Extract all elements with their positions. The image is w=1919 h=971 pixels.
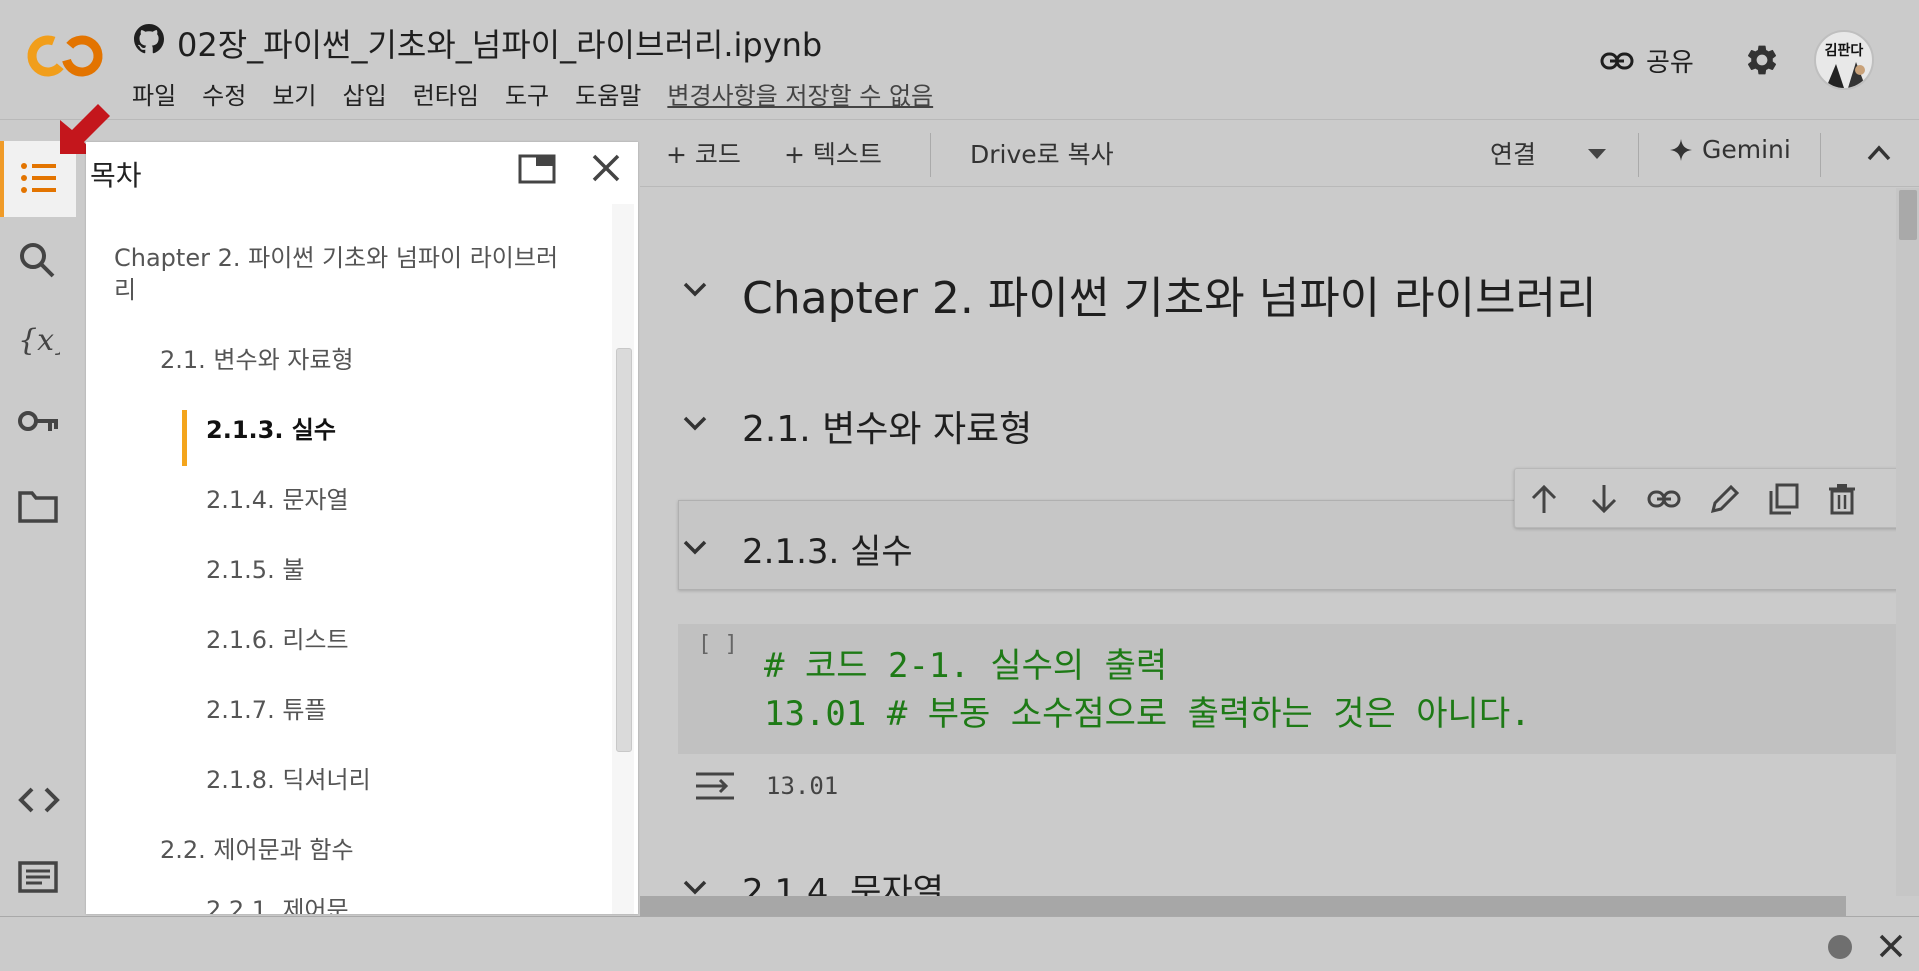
menu-edit[interactable]: 수정 bbox=[202, 76, 246, 111]
output-toggle-icon[interactable] bbox=[694, 768, 738, 804]
menu-tools[interactable]: 도구 bbox=[505, 76, 549, 111]
toc-item-2-1-4[interactable]: 2.1.4. 문자열 bbox=[206, 484, 349, 516]
code-icon bbox=[18, 787, 60, 813]
unsaved-changes-link[interactable]: 변경사항을 저장할 수 없음 bbox=[667, 76, 933, 111]
toolbar-divider bbox=[930, 133, 931, 177]
rail-search-button[interactable] bbox=[0, 221, 76, 297]
chevron-up-icon[interactable] bbox=[1866, 143, 1892, 163]
notebook-content: Chapter 2. 파이썬 기초와 넘파이 라이브러리 2.1. 변수와 자료… bbox=[640, 188, 1919, 896]
gear-icon[interactable] bbox=[1744, 42, 1780, 78]
toc-header: 목차 bbox=[86, 142, 638, 204]
run-cell-bracket[interactable]: [ ] bbox=[698, 632, 738, 657]
panda-illustration bbox=[1826, 62, 1866, 88]
toc-item-2-1-5[interactable]: 2.1.5. 불 bbox=[206, 554, 304, 586]
add-text-button[interactable]: + 텍스트 bbox=[784, 135, 882, 171]
colab-logo[interactable] bbox=[26, 30, 104, 82]
menu-file[interactable]: 파일 bbox=[132, 76, 176, 111]
copy-to-drive-button[interactable]: Drive로 복사 bbox=[970, 135, 1114, 171]
share-button[interactable]: 공유 bbox=[1600, 42, 1694, 79]
variables-icon: {x} bbox=[18, 323, 60, 358]
share-label: 공유 bbox=[1646, 48, 1694, 78]
close-icon[interactable] bbox=[1878, 933, 1904, 959]
rail-code-snippets-button[interactable] bbox=[0, 761, 76, 837]
notebook-title[interactable]: 02장_파이썬_기초와_넘파이_라이브러리.ipynb bbox=[177, 20, 822, 66]
toc-title: 목차 bbox=[90, 159, 142, 192]
gemini-label: Gemini bbox=[1702, 135, 1791, 164]
cell-toolbar bbox=[1514, 468, 1904, 528]
github-icon bbox=[134, 24, 164, 54]
toolbar-divider-3 bbox=[1820, 133, 1821, 177]
toc-item-2-1[interactable]: 2.1. 변수와 자료형 bbox=[160, 344, 354, 376]
heading-2-1-4: 2.1.4. 문자열 bbox=[742, 872, 944, 896]
code-line: # 코드 2-1. 실수의 출력 bbox=[764, 646, 1168, 686]
move-up-icon[interactable] bbox=[1529, 483, 1559, 515]
menu-insert[interactable]: 삽입 bbox=[343, 76, 387, 111]
gemini-button[interactable]: Gemini bbox=[1670, 135, 1791, 164]
terminal-icon bbox=[18, 861, 58, 893]
rail-files-button[interactable] bbox=[0, 465, 76, 541]
rail-variables-button[interactable]: {x} bbox=[0, 301, 76, 377]
sparkle-icon bbox=[1670, 138, 1692, 161]
toolbar-divider-2 bbox=[1638, 133, 1639, 177]
connect-button[interactable]: 연결 bbox=[1490, 135, 1536, 171]
connect-dropdown-icon[interactable] bbox=[1586, 147, 1608, 161]
link-icon[interactable] bbox=[1647, 489, 1681, 509]
toc-item-2-1-7[interactable]: 2.1.7. 튜플 bbox=[206, 694, 326, 726]
top-header: 02장_파이썬_기초와_넘파이_라이브러리.ipynb 파일 수정 보기 삽입 … bbox=[0, 0, 1919, 120]
edit-pencil-icon[interactable] bbox=[1709, 483, 1741, 515]
menu-runtime[interactable]: 런타임 bbox=[413, 76, 479, 111]
toc-item-2-2-1[interactable]: 2.2.1. 제어문 bbox=[206, 894, 349, 914]
notebook-scrollbar-track[interactable] bbox=[1896, 188, 1919, 896]
svg-text:{x}: {x} bbox=[18, 323, 60, 358]
chevron-down-icon[interactable] bbox=[682, 414, 708, 432]
toc-item-2-1-8[interactable]: 2.1.8. 딕셔너리 bbox=[206, 764, 371, 796]
horizontal-scrollbar[interactable] bbox=[640, 896, 1846, 916]
menu-bar: 파일 수정 보기 삽입 런타임 도구 도움말 변경사항을 저장할 수 없음 bbox=[132, 76, 933, 111]
close-icon[interactable] bbox=[590, 152, 622, 184]
code-cell[interactable]: [ ] # 코드 2-1. 실수의 출력 13.01 # 부동 소수점으로 출력… bbox=[678, 624, 1918, 754]
trash-icon[interactable] bbox=[1827, 483, 1857, 515]
notebook-scrollbar-thumb[interactable] bbox=[1899, 190, 1917, 240]
toc-item-2-1-6[interactable]: 2.1.6. 리스트 bbox=[206, 624, 349, 656]
user-avatar[interactable]: 김판다 bbox=[1814, 30, 1874, 90]
toc-panel: 목차 Chapter 2. 파이썬 기초와 넘파이 라이브러리 2.1. 변수와… bbox=[86, 142, 638, 914]
chevron-down-icon[interactable] bbox=[682, 280, 708, 298]
search-icon bbox=[20, 243, 55, 278]
chevron-down-icon[interactable] bbox=[682, 878, 708, 896]
rail-terminal-button[interactable] bbox=[0, 841, 76, 917]
toc-item-2-2[interactable]: 2.2. 제어문과 함수 bbox=[160, 834, 354, 866]
heading-chapter2: Chapter 2. 파이썬 기초와 넘파이 라이브러리 bbox=[742, 273, 1597, 324]
toc-item-chapter2[interactable]: Chapter 2. 파이썬 기초와 넘파이 라이브러리 bbox=[114, 242, 574, 306]
folder-icon bbox=[18, 491, 58, 523]
move-down-icon[interactable] bbox=[1589, 483, 1619, 515]
avatar-label: 김판다 bbox=[1824, 43, 1864, 59]
menu-view[interactable]: 보기 bbox=[272, 76, 316, 111]
toc-list: Chapter 2. 파이썬 기초와 넘파이 라이브러리 2.1. 변수와 자료… bbox=[86, 204, 614, 914]
heading-2-1-3: 2.1.3. 실수 bbox=[742, 532, 913, 572]
toc-item-2-1-3[interactable]: 2.1.3. 실수 bbox=[206, 414, 336, 446]
list-icon bbox=[21, 163, 56, 193]
copy-cell-icon[interactable] bbox=[1767, 483, 1799, 515]
notebook-toolbar: + 코드 + 텍스트 Drive로 복사 연결 Gemini bbox=[640, 121, 1919, 187]
toc-active-indicator bbox=[182, 410, 187, 466]
status-bar bbox=[0, 916, 1919, 971]
link-icon bbox=[1600, 52, 1634, 69]
heading-2-1: 2.1. 변수와 자료형 bbox=[742, 409, 1033, 450]
left-sidebar-rail: {x} bbox=[0, 121, 78, 916]
menu-help[interactable]: 도움말 bbox=[575, 76, 641, 111]
code-line: 13.01 # 부동 소수점으로 출력하는 것은 아니다. bbox=[764, 694, 1531, 734]
toc-scrollbar-thumb[interactable] bbox=[616, 348, 632, 752]
add-code-button[interactable]: + 코드 bbox=[666, 135, 741, 171]
chevron-down-icon[interactable] bbox=[682, 538, 708, 556]
rail-secrets-button[interactable] bbox=[0, 383, 76, 459]
status-indicator-icon[interactable] bbox=[1828, 935, 1852, 959]
open-in-tab-icon[interactable] bbox=[518, 154, 556, 184]
cell-output: 13.01 bbox=[766, 772, 839, 800]
key-icon bbox=[18, 411, 58, 431]
